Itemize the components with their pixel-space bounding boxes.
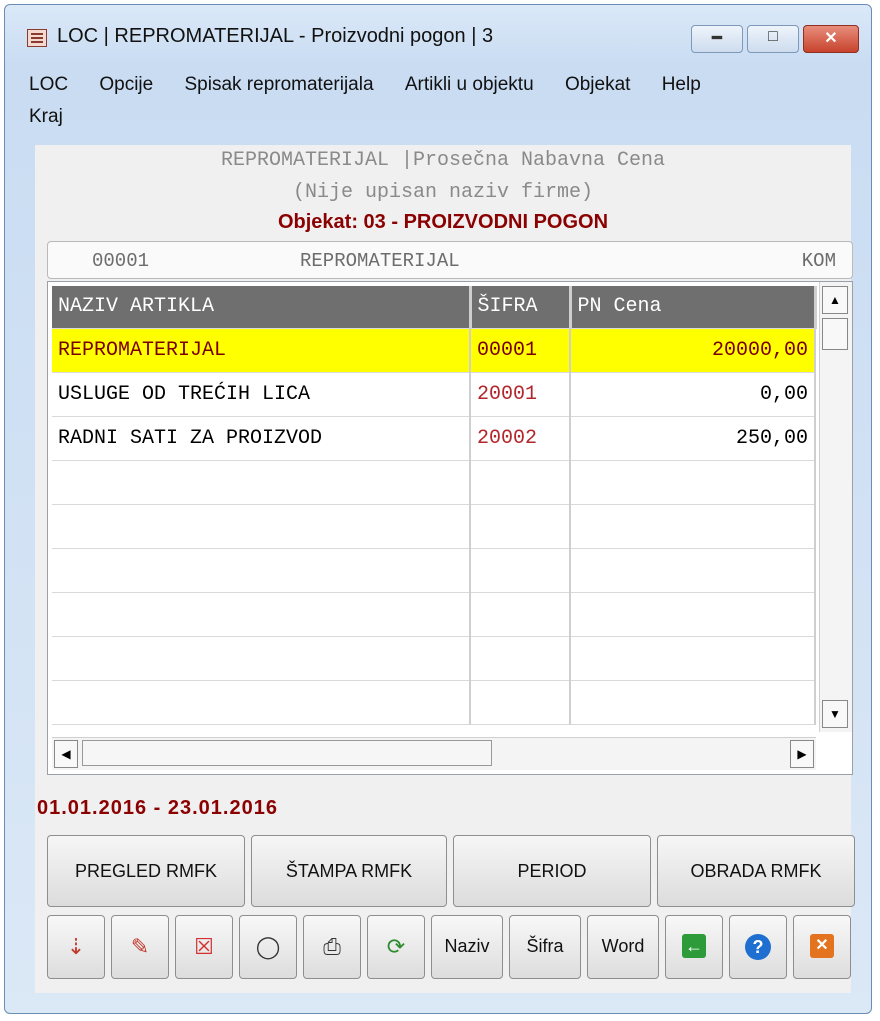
cell-price: 20000,00: [570, 328, 816, 373]
menu-artikli-u-objektu[interactable]: Artikli u objektu: [405, 69, 534, 101]
table-header: NAZIV ARTIKLA ŠIFRA PN Cena: [52, 286, 817, 329]
cell-code: 20002: [470, 416, 571, 461]
table-row[interactable]: REPROMATERIJAL 00001 20000,00: [52, 328, 816, 373]
help-icon: ?: [745, 934, 771, 960]
menu-loc[interactable]: LOC: [29, 69, 68, 101]
company-name: (Nije upisan naziv firme): [292, 181, 594, 204]
empty-row[interactable]: [52, 592, 816, 637]
info-unit: KOM: [801, 250, 836, 272]
scroll-right-button[interactable]: ▶: [790, 740, 814, 768]
cell-price: 250,00: [570, 416, 816, 461]
empty-row[interactable]: [52, 548, 816, 593]
close-window-button[interactable]: ✕: [803, 25, 859, 53]
arrow-down-icon: ▼: [829, 707, 841, 721]
articles-table: NAZIV ARTIKLA ŠIFRA PN Cena REPROMATERIJ…: [52, 286, 817, 725]
menu-objekat[interactable]: Objekat: [565, 69, 630, 101]
export-word-label: Word: [601, 936, 645, 956]
articles-grid[interactable]: NAZIV ARTIKLA ŠIFRA PN Cena REPROMATERIJ…: [47, 281, 853, 775]
sort-by-code-button[interactable]: Šifra: [509, 915, 581, 979]
view-icon: ◯: [255, 934, 281, 959]
sort-by-name-label: Naziv: [444, 936, 490, 956]
import-icon: ⇣: [66, 934, 86, 959]
cell-name: REPROMATERIJAL: [52, 328, 471, 373]
menu-help[interactable]: Help: [662, 69, 701, 101]
cell-code: 20001: [470, 372, 571, 417]
import-button[interactable]: ⇣: [47, 915, 105, 979]
arrow-right-icon: ▶: [797, 747, 807, 761]
empty-row[interactable]: [52, 680, 816, 725]
menu-bar: LOC Opcije Spisak repromaterijala Artikl…: [29, 69, 851, 133]
sort-by-code-label: Šifra: [526, 936, 564, 956]
empty-row[interactable]: [52, 504, 816, 549]
refresh-icon: ⟳: [386, 934, 406, 959]
action-buttons: PREGLED RMFK ŠTAMPA RMFK PERIOD OBRADA R…: [47, 835, 859, 907]
scroll-down-button[interactable]: ▼: [822, 700, 848, 728]
maximize-icon: □: [768, 28, 778, 45]
back-icon: ←: [682, 934, 706, 958]
menu-opcije[interactable]: Opcije: [99, 69, 153, 101]
cell-code: 00001: [470, 328, 571, 373]
selected-item-info: 00001 REPROMATERIJAL KOM: [47, 241, 853, 279]
horizontal-scroll-thumb[interactable]: [82, 740, 492, 766]
menu-kraj[interactable]: Kraj: [29, 101, 63, 133]
cell-price: 0,00: [570, 372, 816, 417]
cell-name: USLUGE OD TREĆIH LICA: [52, 372, 471, 417]
cell-name: RADNI SATI ZA PROIZVOD: [52, 416, 471, 461]
table-row[interactable]: USLUGE OD TREĆIH LICA 20001 0,00: [52, 372, 816, 417]
export-word-button[interactable]: Word: [587, 915, 659, 979]
edit-icon: ✎: [130, 934, 150, 959]
column-header-pn-cena[interactable]: PN Cena: [570, 286, 817, 329]
edit-button[interactable]: ✎: [111, 915, 169, 979]
empty-row[interactable]: [52, 460, 816, 505]
horizontal-scrollbar[interactable]: ◀ ▶: [52, 737, 816, 770]
sort-by-name-button[interactable]: Naziv: [431, 915, 503, 979]
exit-icon: ✕: [810, 934, 834, 958]
arrow-left-icon: ◀: [61, 747, 71, 761]
pregled-rmfk-button[interactable]: PREGLED RMFK: [47, 835, 245, 907]
close-icon: ✕: [824, 30, 838, 47]
object-label: Objekat: 03 - PROIZVODNI POGON: [277, 211, 609, 233]
report-title: REPROMATERIJAL |Prosečna Nabavna Cena: [220, 149, 666, 172]
minimize-icon: ━: [712, 30, 722, 47]
view-button[interactable]: ◯: [239, 915, 297, 979]
app-icon[interactable]: [27, 29, 47, 47]
scroll-left-button[interactable]: ◀: [54, 740, 78, 768]
maximize-button[interactable]: □: [747, 25, 799, 53]
toolbar: ⇣ ✎ ☒ ◯ ⎙ ⟳ Naziv Šifra Word ← ? ✕: [47, 915, 859, 979]
period-range: 01.01.2016 - 23.01.2016: [37, 797, 278, 819]
print-button[interactable]: ⎙: [303, 915, 361, 979]
stampa-rmfk-button[interactable]: ŠTAMPA RMFK: [251, 835, 447, 907]
period-button[interactable]: PERIOD: [453, 835, 651, 907]
title-bar: LOC | REPROMATERIJAL - Proizvodni pogon …: [5, 5, 871, 69]
app-window: LOC | REPROMATERIJAL - Proizvodni pogon …: [4, 4, 872, 1014]
info-code: 00001: [92, 250, 150, 272]
refresh-button[interactable]: ⟳: [367, 915, 425, 979]
help-button[interactable]: ?: [729, 915, 787, 979]
back-button[interactable]: ←: [665, 915, 723, 979]
column-header-sifra[interactable]: ŠIFRA: [470, 286, 572, 329]
delete-button[interactable]: ☒: [175, 915, 233, 979]
vertical-scroll-thumb[interactable]: [822, 318, 848, 350]
info-name: REPROMATERIJAL: [300, 250, 460, 272]
client-area: REPROMATERIJAL |Prosečna Nabavna Cena (N…: [35, 145, 855, 993]
minimize-button[interactable]: ━: [691, 25, 743, 53]
column-header-naziv[interactable]: NAZIV ARTIKLA: [52, 286, 472, 329]
exit-button[interactable]: ✕: [793, 915, 851, 979]
obrada-rmfk-button[interactable]: OBRADA RMFK: [657, 835, 855, 907]
vertical-scrollbar[interactable]: ▲ ▼: [819, 282, 852, 732]
empty-row[interactable]: [52, 636, 816, 681]
arrow-up-icon: ▲: [829, 293, 841, 307]
menu-spisak-repromaterijala[interactable]: Spisak repromaterijala: [185, 69, 374, 101]
table-row[interactable]: RADNI SATI ZA PROIZVOD 20002 250,00: [52, 416, 816, 461]
window-title: LOC | REPROMATERIJAL - Proizvodni pogon …: [57, 25, 494, 47]
scroll-up-button[interactable]: ▲: [822, 286, 848, 314]
delete-icon: ☒: [194, 934, 214, 959]
print-icon: ⎙: [323, 934, 341, 959]
